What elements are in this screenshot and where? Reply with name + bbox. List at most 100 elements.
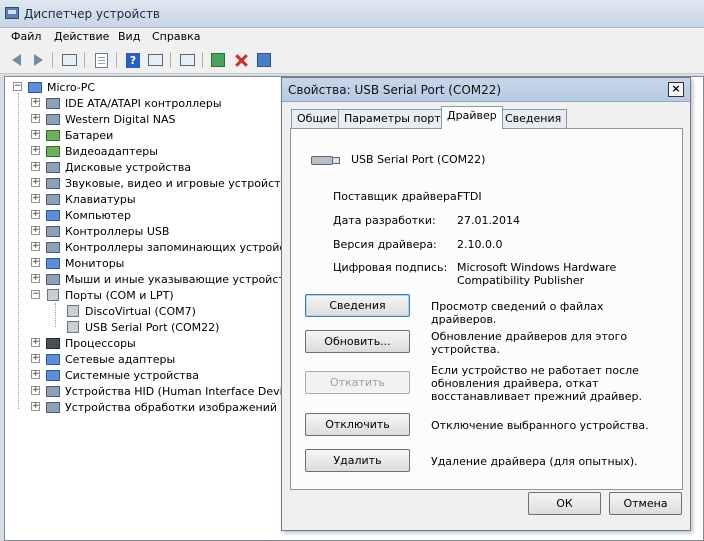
- title-bar: Диспетчер устройств: [0, 0, 704, 28]
- tree-item-discovirtual[interactable]: DiscoVirtual (COM7): [65, 303, 196, 319]
- tree-item-label: Батареи: [65, 128, 114, 142]
- tree-expand-toggle[interactable]: +: [31, 226, 40, 235]
- tree-collapse-toggle[interactable]: −: [13, 82, 22, 91]
- port-icon: [45, 288, 61, 302]
- tree-item-ports[interactable]: Порты (COM и LPT): [45, 287, 174, 303]
- tree-root[interactable]: Micro-PC: [27, 79, 95, 95]
- uninstall-driver-description: Удаление драйвера (для опытных).: [431, 455, 638, 468]
- tree-item-keyboards[interactable]: Клавиатуры: [45, 191, 136, 207]
- close-icon[interactable]: ×: [668, 82, 684, 97]
- tree-item-usb-serial-port[interactable]: USB Serial Port (COM22): [65, 319, 219, 335]
- uninstall-driver-button[interactable]: Удалить: [305, 449, 410, 472]
- tree-item-display-adapters[interactable]: Видеоадаптеры: [45, 143, 158, 159]
- properties-icon[interactable]: [92, 51, 110, 69]
- cancel-button[interactable]: Отмена: [609, 492, 682, 515]
- scan-hardware-icon[interactable]: [178, 51, 196, 69]
- tree-item-storage-controllers[interactable]: Контроллеры запоминающих устройств: [45, 239, 298, 255]
- tree-expand-toggle[interactable]: +: [31, 146, 40, 155]
- dialog-title-bar: Свойства: USB Serial Port (COM22) ×: [282, 78, 690, 102]
- sound-icon: [45, 176, 61, 190]
- show-view-icon[interactable]: [146, 51, 164, 69]
- network-adapter-icon: [45, 352, 61, 366]
- tree-item-label: Мыши и иные указывающие устройства: [65, 272, 299, 286]
- tab-general[interactable]: Общие: [291, 109, 343, 128]
- tree-expand-toggle[interactable]: +: [31, 178, 40, 187]
- tree-item-sound[interactable]: Звуковые, видео и игровые устройства: [45, 175, 294, 191]
- tab-port-settings[interactable]: Параметры порта: [338, 109, 454, 128]
- driver-provider-label: Поставщик драйвера:: [333, 190, 461, 203]
- system-device-icon: [45, 368, 61, 382]
- device-name: USB Serial Port (COM22): [351, 153, 486, 166]
- tree-item-disk-drives[interactable]: Дисковые устройства: [45, 159, 191, 175]
- tree-item-label: IDE ATA/ATAPI контроллеры: [65, 96, 222, 110]
- tree-expand-toggle[interactable]: +: [31, 402, 40, 411]
- update-driver-icon[interactable]: [209, 51, 227, 69]
- tree-expand-toggle[interactable]: +: [31, 162, 40, 171]
- tree-expand-toggle[interactable]: +: [31, 210, 40, 219]
- tree-item-label: Сетевые адаптеры: [65, 352, 176, 366]
- tree-expand-toggle[interactable]: +: [31, 274, 40, 283]
- tree-guide-line: [55, 303, 56, 327]
- tree-item-label: Контроллеры запоминающих устройств: [65, 240, 299, 254]
- tree-collapse-toggle[interactable]: −: [31, 290, 40, 299]
- tree-item-network-adapters[interactable]: Сетевые адаптеры: [45, 351, 175, 367]
- menu-action[interactable]: Действие: [52, 30, 111, 43]
- window-title: Диспетчер устройств: [24, 7, 161, 21]
- ide-controller-icon: [45, 96, 61, 110]
- tree-item-batteries[interactable]: Батареи: [45, 127, 113, 143]
- tab-details[interactable]: Сведения: [499, 109, 568, 128]
- tree-item-label: Компьютер: [65, 208, 131, 222]
- console-tree-icon[interactable]: [60, 51, 78, 69]
- tree-expand-toggle[interactable]: +: [31, 258, 40, 267]
- tree-expand-toggle[interactable]: +: [31, 386, 40, 395]
- tree-expand-toggle[interactable]: +: [31, 194, 40, 203]
- battery-icon: [45, 128, 61, 142]
- disable-device-button[interactable]: Отключить: [305, 413, 410, 436]
- tree-item-computer[interactable]: Компьютер: [45, 207, 131, 223]
- tree-item-system-devices[interactable]: Системные устройства: [45, 367, 199, 383]
- tree-guide-line: [18, 93, 19, 409]
- tree-item-processors[interactable]: Процессоры: [45, 335, 136, 351]
- tree-expand-toggle[interactable]: +: [31, 114, 40, 123]
- rollback-driver-button[interactable]: Откатить: [305, 371, 410, 394]
- tree-item-wd-nas[interactable]: Western Digital NAS: [45, 111, 176, 127]
- tree-expand-toggle[interactable]: +: [31, 130, 40, 139]
- tab-driver[interactable]: Драйвер: [441, 106, 503, 129]
- tree-expand-toggle[interactable]: +: [31, 242, 40, 251]
- driver-details-button[interactable]: Сведения: [305, 294, 410, 317]
- menu-view[interactable]: Вид: [116, 30, 142, 43]
- tree-item-mice[interactable]: Мыши и иные указывающие устройства: [45, 271, 298, 287]
- tree-item-label: DiscoVirtual (COM7): [85, 304, 196, 318]
- tree-expand-toggle[interactable]: +: [31, 338, 40, 347]
- tree-item-label: Клавиатуры: [65, 192, 136, 206]
- update-driver-button[interactable]: Обновить...: [305, 330, 410, 353]
- ok-button[interactable]: ОК: [528, 492, 601, 515]
- toolbar-separator: [202, 52, 203, 68]
- toolbar-separator: [52, 52, 53, 68]
- tree-expand-toggle[interactable]: +: [31, 98, 40, 107]
- dialog-title: Свойства: USB Serial Port (COM22): [288, 83, 502, 97]
- tree-expand-toggle[interactable]: +: [31, 354, 40, 363]
- processor-icon: [45, 336, 61, 350]
- nas-icon: [45, 112, 61, 126]
- uninstall-device-icon[interactable]: [255, 51, 273, 69]
- forward-icon[interactable]: [29, 51, 47, 69]
- tree-item-usb-controllers[interactable]: Контроллеры USB: [45, 223, 169, 239]
- disable-device-icon[interactable]: [232, 51, 250, 69]
- menu-help[interactable]: Справка: [150, 30, 202, 43]
- tree-item-imaging-devices[interactable]: Устройства обработки изображений: [45, 399, 277, 415]
- tree-item-monitors[interactable]: Мониторы: [45, 255, 124, 271]
- computer-icon: [45, 208, 61, 222]
- driver-tab-panel: USB Serial Port (COM22) Поставщик драйве…: [290, 128, 683, 490]
- menu-file[interactable]: Файл: [9, 30, 43, 43]
- digital-signer-value: Microsoft Windows Hardware Compatibility…: [457, 261, 617, 287]
- tree-item-label: Дисковые устройства: [65, 160, 192, 174]
- tree-expand-toggle[interactable]: +: [31, 370, 40, 379]
- tree-item-hid[interactable]: Устройства HID (Human Interface Devices): [45, 383, 306, 399]
- disable-device-description: Отключение выбранного устройства.: [431, 419, 649, 432]
- tree-item-ide[interactable]: IDE ATA/ATAPI контроллеры: [45, 95, 222, 111]
- back-icon[interactable]: [7, 51, 25, 69]
- help-icon[interactable]: ?: [124, 51, 142, 69]
- computer-icon: [27, 80, 43, 94]
- storage-controller-icon: [45, 240, 61, 254]
